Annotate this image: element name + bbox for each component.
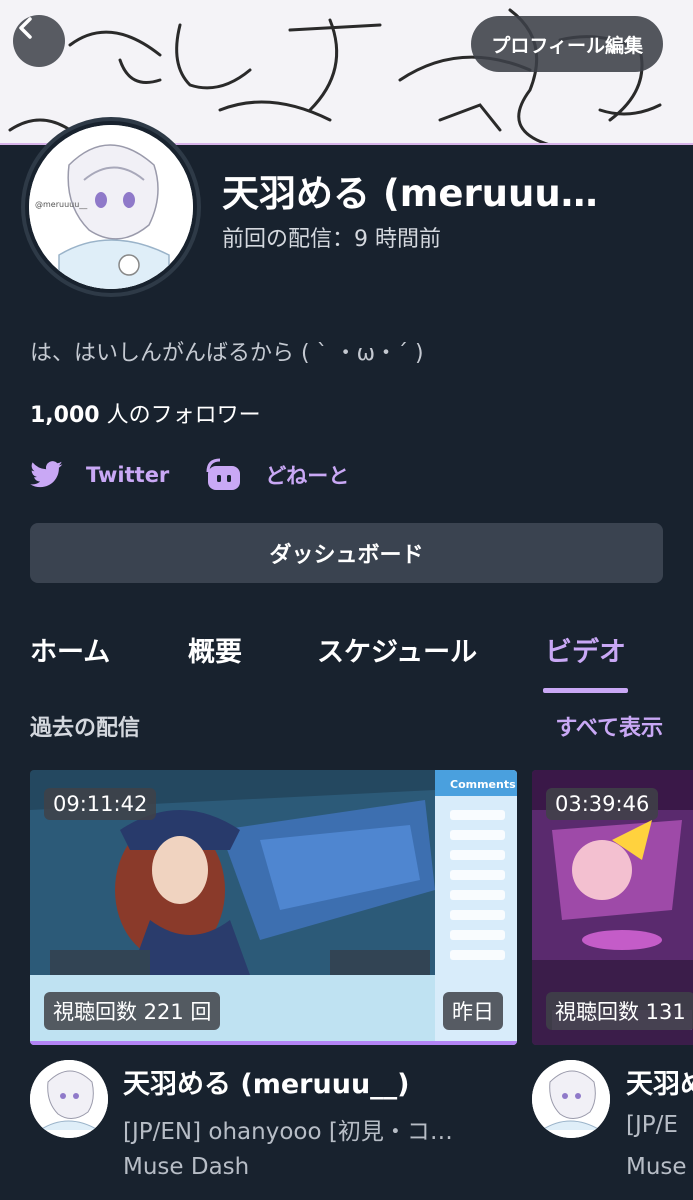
video-title[interactable]: [JP/E [626,1112,678,1138]
video-game[interactable]: Muse Dash [123,1154,249,1180]
donate-link[interactable]: どねーと [205,458,349,492]
tab-schedule[interactable]: スケジュール [317,630,477,669]
video-duration: 03:39:46 [546,788,659,820]
follower-number: 1,000 [30,403,100,428]
show-all-link[interactable]: すべて表示 [555,710,663,742]
tab-about[interactable]: 概要 [188,630,242,669]
last-stream-time: 前回の配信：9 時間前 [222,227,441,252]
tab-home[interactable]: ホーム [30,630,110,669]
social-links: Twitter どねーと [30,452,349,498]
channel-name: 天羽める (meruuu… [222,172,598,215]
active-tab-indicator [543,688,628,693]
profile-tabs: ホーム 概要 スケジュール ビデオ [0,630,693,695]
tab-videos[interactable]: ビデオ [545,630,626,669]
video-channel-name: 天羽める (meruuu__) [123,1069,410,1100]
watch-progress-bar [30,1041,517,1045]
video-game[interactable]: Muse [626,1154,687,1180]
video-duration: 09:11:42 [44,788,157,820]
avatar-small-illustration [30,1060,108,1138]
video-view-count: 視聴回数 221 回 [44,992,221,1030]
avatar-watermark: @meruuuu__ [35,200,88,209]
donate-icon [205,458,243,492]
twitter-link-label: Twitter [86,463,170,487]
profile-avatar[interactable]: @meruuuu__ [21,117,201,297]
comments-overlay-label: Comments [450,778,516,791]
donate-link-label: どねーと [265,464,350,488]
follower-count: 1,000 人のフォロワー [30,397,261,429]
channel-avatar-small[interactable] [30,1060,108,1138]
video-date: 昨日 [443,992,503,1030]
channel-bio: は、はいしんがんばるから ( ˋ ・ω・ˊ ) [30,341,424,366]
twitter-bird-icon [30,461,64,489]
chevron-left-icon [19,17,32,39]
follower-label: 人のフォロワー [99,403,261,428]
past-streams-heading: 過去の配信 [30,716,141,741]
video-channel-name: 天羽め [626,1069,693,1100]
dashboard-button[interactable]: ダッシュボード [30,523,663,583]
video-view-count: 視聴回数 131 [546,992,693,1030]
twitter-link[interactable]: Twitter [30,461,169,489]
video-thumbnail[interactable]: 03:39:46 視聴回数 131 [532,770,693,1045]
video-thumbnail[interactable]: Comments 09:11:42 視聴回数 221 回 昨日 [30,770,517,1045]
back-button[interactable] [13,15,65,67]
channel-avatar-small[interactable] [532,1060,610,1138]
avatar-small-illustration [532,1060,610,1138]
video-title[interactable]: [JP/EN] ohanyooo [初見・コ… [123,1112,518,1146]
edit-profile-button[interactable]: プロフィール編集 [471,16,663,72]
